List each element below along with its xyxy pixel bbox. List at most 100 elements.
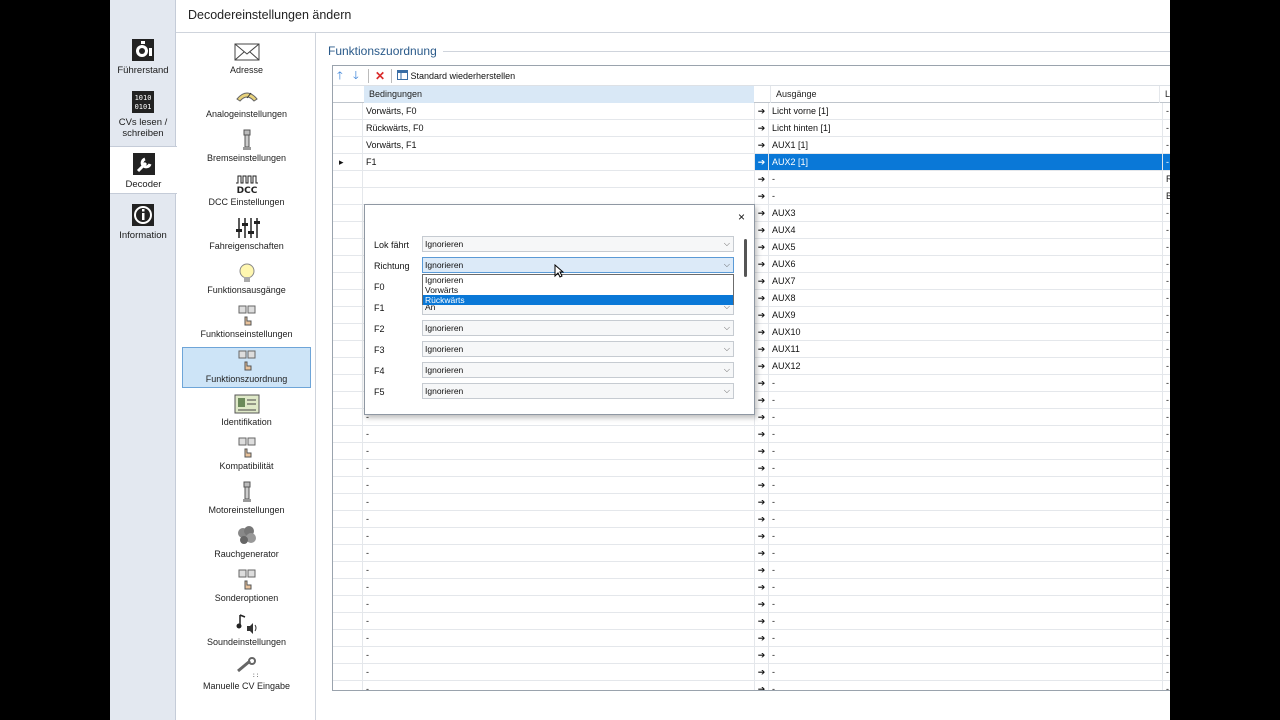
extra-cell[interactable]: -	[1163, 273, 1170, 289]
extra-cell[interactable]: -	[1163, 409, 1170, 425]
output-cell[interactable]: -	[769, 681, 1163, 690]
output-cell[interactable]: -	[769, 171, 1163, 187]
row-header[interactable]	[333, 545, 363, 561]
table-row[interactable]: -➔--	[333, 579, 1170, 596]
category-funktionsausgaenge[interactable]: Funktionsausgänge	[182, 259, 311, 300]
condition-field-select[interactable]: Ignorieren ⌵	[422, 362, 734, 378]
condition-cell[interactable]: -	[363, 596, 755, 612]
category-funktionszuordnung[interactable]: Funktionszuordnung	[182, 347, 311, 388]
output-cell[interactable]: AUX2 [1]	[769, 154, 1163, 170]
dropdown-option[interactable]: Ignorieren	[423, 275, 733, 285]
extra-cell[interactable]: -	[1163, 307, 1170, 323]
extra-cell[interactable]: -	[1163, 358, 1170, 374]
row-header[interactable]	[333, 137, 363, 153]
condition-cell[interactable]: F1	[363, 154, 755, 170]
row-header[interactable]	[333, 239, 363, 255]
table-row[interactable]: -➔--	[333, 494, 1170, 511]
output-cell[interactable]: AUX9	[769, 307, 1163, 323]
current-row-indicator-icon[interactable]: ▸	[333, 154, 363, 170]
output-cell[interactable]: -	[769, 375, 1163, 391]
row-header[interactable]	[333, 511, 363, 527]
row-header[interactable]	[333, 171, 363, 187]
move-up-button[interactable]: 🡑	[337, 68, 343, 84]
row-header[interactable]	[333, 273, 363, 289]
row-header[interactable]	[333, 205, 363, 221]
row-header[interactable]	[333, 596, 363, 612]
extra-cell[interactable]: -	[1163, 375, 1170, 391]
table-row[interactable]: -➔--	[333, 477, 1170, 494]
extra-cell[interactable]: -	[1163, 103, 1170, 119]
row-header[interactable]	[333, 460, 363, 476]
row-header[interactable]	[333, 188, 363, 204]
row-header[interactable]	[333, 443, 363, 459]
table-row[interactable]: -➔--	[333, 528, 1170, 545]
column-conditions[interactable]: Bedingungen	[364, 86, 754, 103]
restore-defaults-button[interactable]: Standard wiederherstellen	[397, 68, 515, 84]
category-funktionseinstellungen[interactable]: Funktionseinstellungen	[182, 303, 311, 344]
table-row[interactable]: -➔--	[333, 511, 1170, 528]
category-sonderoptionen[interactable]: Sonderoptionen	[182, 567, 311, 608]
condition-cell[interactable]: -	[363, 494, 755, 510]
row-header[interactable]	[333, 664, 363, 680]
row-header[interactable]	[333, 290, 363, 306]
output-cell[interactable]: AUX10	[769, 324, 1163, 340]
condition-field-select[interactable]: Ignorieren ⌵	[422, 383, 734, 399]
row-header[interactable]	[333, 307, 363, 323]
rail-item-cvs[interactable]: 1010 0101 CVs lesen / schreiben	[110, 90, 176, 139]
condition-cell[interactable]	[363, 188, 755, 204]
extra-cell[interactable]: -	[1163, 426, 1170, 442]
category-rauchgenerator[interactable]: Rauchgenerator	[182, 523, 311, 564]
condition-cell[interactable]: -	[363, 579, 755, 595]
close-icon[interactable]: ×	[738, 210, 745, 224]
output-cell[interactable]: AUX6	[769, 256, 1163, 272]
extra-cell[interactable]: -	[1163, 239, 1170, 255]
row-header[interactable]	[333, 103, 363, 119]
extra-cell[interactable]: -	[1163, 664, 1170, 680]
category-brems[interactable]: Bremseinstellungen	[182, 127, 311, 168]
row-header[interactable]	[333, 579, 363, 595]
category-manuelle-cv[interactable]: :::: Manuelle CV Eingabe	[182, 655, 311, 696]
output-cell[interactable]: -	[769, 647, 1163, 663]
output-cell[interactable]: -	[769, 426, 1163, 442]
extra-cell[interactable]: -	[1163, 647, 1170, 663]
table-row[interactable]: -➔--	[333, 664, 1170, 681]
output-cell[interactable]: -	[769, 613, 1163, 629]
extra-cell[interactable]: -	[1163, 613, 1170, 629]
move-down-button[interactable]: 🡓	[353, 68, 359, 84]
condition-field-select[interactable]: Ignorieren ⌵	[422, 236, 734, 252]
row-header[interactable]	[333, 528, 363, 544]
output-cell[interactable]: AUX8	[769, 290, 1163, 306]
table-row[interactable]: -➔--	[333, 443, 1170, 460]
output-cell[interactable]: -	[769, 409, 1163, 425]
output-cell[interactable]: -	[769, 460, 1163, 476]
extra-cell[interactable]: -	[1163, 256, 1170, 272]
row-header[interactable]	[333, 341, 363, 357]
output-cell[interactable]: AUX3	[769, 205, 1163, 221]
row-header[interactable]	[333, 681, 363, 690]
extra-cell[interactable]: -	[1163, 477, 1170, 493]
row-header[interactable]	[333, 324, 363, 340]
row-header[interactable]	[333, 613, 363, 629]
row-header[interactable]	[333, 494, 363, 510]
category-adresse[interactable]: Adresse	[182, 39, 311, 80]
output-cell[interactable]: -	[769, 188, 1163, 204]
output-cell[interactable]: -	[769, 392, 1163, 408]
output-cell[interactable]: -	[769, 494, 1163, 510]
output-cell[interactable]: -	[769, 664, 1163, 680]
extra-cell[interactable]: -	[1163, 324, 1170, 340]
extra-cell[interactable]: -	[1163, 120, 1170, 136]
row-header[interactable]	[333, 120, 363, 136]
condition-cell[interactable]: -	[363, 613, 755, 629]
row-header[interactable]	[333, 256, 363, 272]
condition-cell[interactable]: -	[363, 630, 755, 646]
condition-field-select[interactable]: Ignorieren ⌵	[422, 257, 734, 273]
output-cell[interactable]: -	[769, 443, 1163, 459]
extra-cell[interactable]: -	[1163, 443, 1170, 459]
condition-cell[interactable]: -	[363, 477, 755, 493]
output-cell[interactable]: -	[769, 511, 1163, 527]
table-row[interactable]: -➔--	[333, 596, 1170, 613]
category-kompatibilitaet[interactable]: Kompatibilität	[182, 435, 311, 476]
extra-cell[interactable]: -	[1163, 392, 1170, 408]
dropdown-option[interactable]: Vorwärts	[423, 285, 733, 295]
output-cell[interactable]: AUX1 [1]	[769, 137, 1163, 153]
